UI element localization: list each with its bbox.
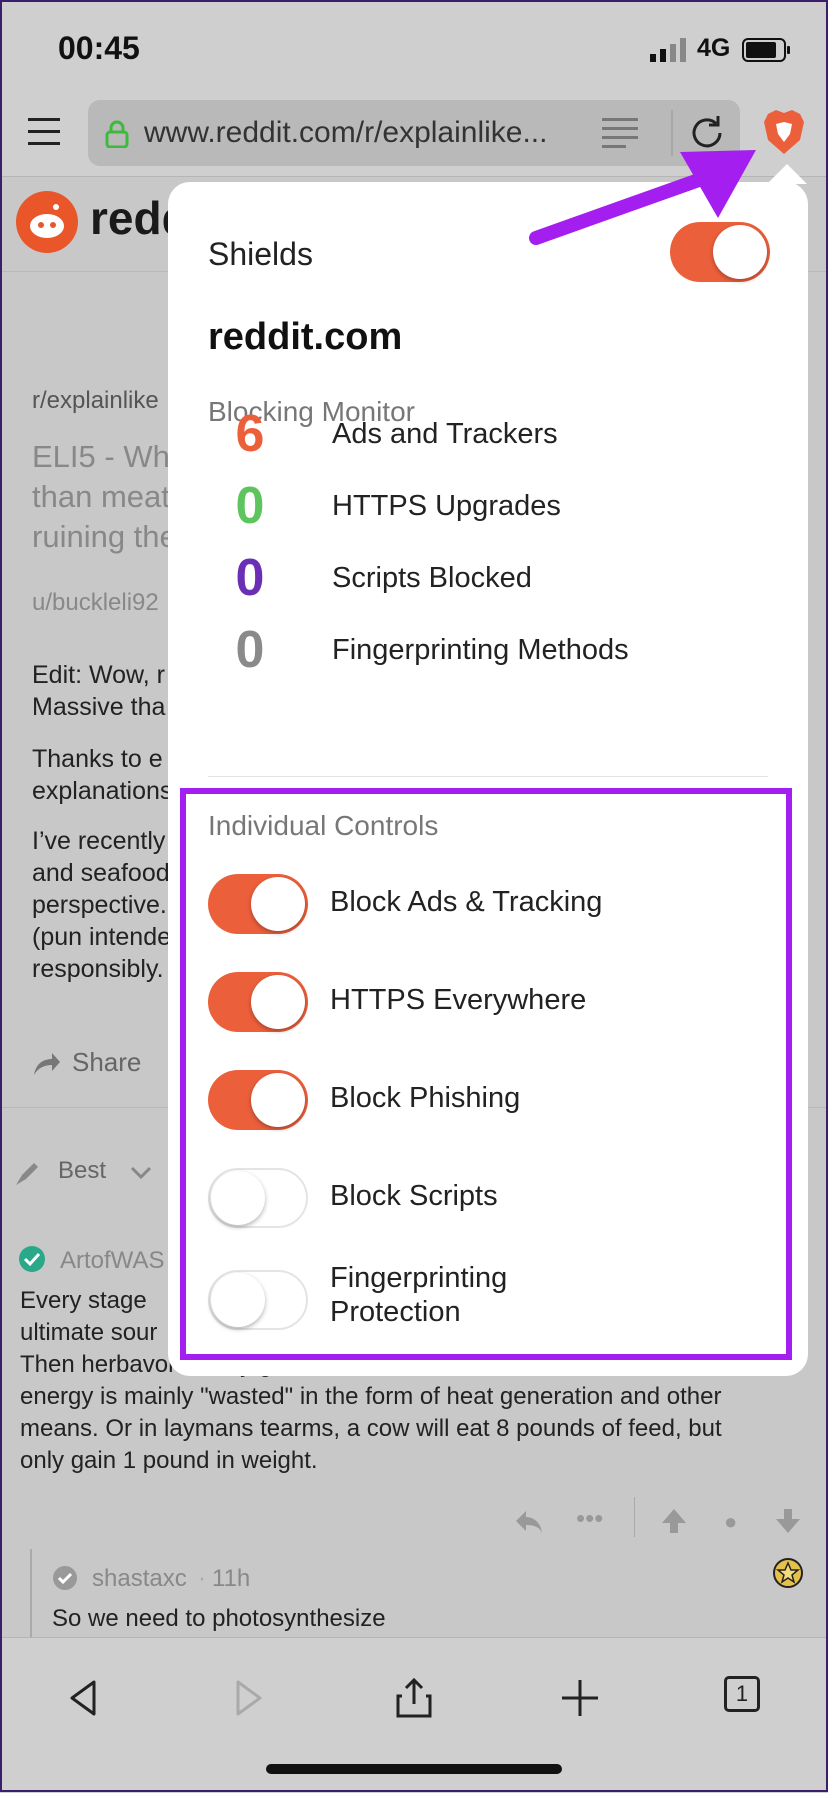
downvote-icon[interactable] <box>774 1507 802 1535</box>
post-body-line: I’ve recently <box>32 827 166 855</box>
post-body-line: perspective. <box>32 891 167 919</box>
post-body-line: responsibly. <box>32 955 164 983</box>
stat-ads-trackers-label: Ads and Trackers <box>332 418 558 450</box>
award-icon <box>773 1558 803 1588</box>
shields-label: Shields <box>208 236 313 272</box>
verified-icon <box>53 1566 77 1590</box>
reddit-logo-icon <box>16 191 78 253</box>
reply-text: So we need to photosynthesize <box>52 1605 386 1632</box>
stat-fingerprinting-count: 0 <box>235 621 265 679</box>
status-time: 00:45 <box>58 30 140 66</box>
verified-icon <box>19 1246 45 1272</box>
post-title-line: ruining the <box>32 519 177 554</box>
battery-icon <box>742 38 790 62</box>
separator-dot: · <box>198 1565 206 1592</box>
post-title-line: than meat <box>32 479 170 514</box>
upvote-icon[interactable] <box>660 1507 688 1535</box>
comment-line: energy is mainly "wasted" in the form of… <box>20 1383 722 1410</box>
comment-line: means. Or in laymans tearms, a cow will … <box>20 1415 722 1442</box>
vote-dot: ● <box>724 1509 738 1534</box>
annotation-arrow <box>529 150 756 245</box>
stat-fingerprinting-label: Fingerprinting Methods <box>332 634 629 666</box>
back-icon[interactable] <box>62 1676 106 1720</box>
stat-https-upgrades-label: HTTPS Upgrades <box>332 490 561 522</box>
share-button[interactable]: Share <box>72 1047 141 1078</box>
status-bar: 00:45 4G <box>0 0 828 100</box>
forward-icon[interactable] <box>226 1676 270 1720</box>
divider <box>634 1497 635 1537</box>
post-body-line: and seafood <box>32 859 170 887</box>
share-icon[interactable] <box>32 1049 62 1077</box>
comment-line: only gain 1 pound in weight. <box>20 1447 318 1474</box>
reply-icon[interactable] <box>514 1509 544 1535</box>
subreddit-name[interactable]: r/explainlike <box>32 387 159 415</box>
post-body-line: (pun intende <box>32 923 172 951</box>
reply-time: 11h <box>212 1565 251 1592</box>
post-title-line: ELI5 - Wh <box>32 439 170 474</box>
stat-https-upgrades-count: 0 <box>235 477 265 535</box>
stat-scripts-blocked-count: 0 <box>235 549 265 607</box>
network-type: 4G <box>697 34 731 62</box>
comment-line: ultimate sour <box>20 1319 158 1346</box>
share-icon[interactable] <box>392 1676 436 1720</box>
comment-line: Every stage <box>20 1287 147 1314</box>
post-body-line: Edit: Wow, r <box>32 661 165 689</box>
tabs-icon[interactable]: 1 <box>724 1676 768 1720</box>
sort-dropdown[interactable]: Best <box>58 1157 106 1185</box>
comment-author[interactable]: ArtofWAS <box>60 1247 164 1275</box>
post-body-line: Thanks to e <box>32 745 163 773</box>
more-options-icon[interactable]: ••• <box>576 1503 603 1534</box>
stat-scripts-blocked-label: Scripts Blocked <box>332 562 532 594</box>
new-tab-icon[interactable] <box>558 1676 602 1720</box>
lock-icon <box>105 120 129 148</box>
post-body-line: explanations <box>32 777 173 805</box>
menu-icon[interactable] <box>28 114 60 150</box>
post-author[interactable]: u/buckleli92 <box>32 589 159 617</box>
site-domain: reddit.com <box>208 316 403 358</box>
home-indicator <box>266 1764 562 1774</box>
signal-icon <box>650 38 686 62</box>
url-text[interactable]: www.reddit.com/r/explainlike... <box>144 116 547 150</box>
highlight-box <box>180 788 792 1360</box>
divider <box>208 776 768 777</box>
post-body-line: Massive tha <box>32 693 166 721</box>
sort-rocket-icon <box>16 1163 38 1185</box>
chevron-down-icon[interactable] <box>130 1165 152 1181</box>
stat-ads-trackers-count: 6 <box>235 405 265 463</box>
reply-author[interactable]: shastaxc <box>92 1565 187 1593</box>
thread-line <box>30 1549 32 1637</box>
